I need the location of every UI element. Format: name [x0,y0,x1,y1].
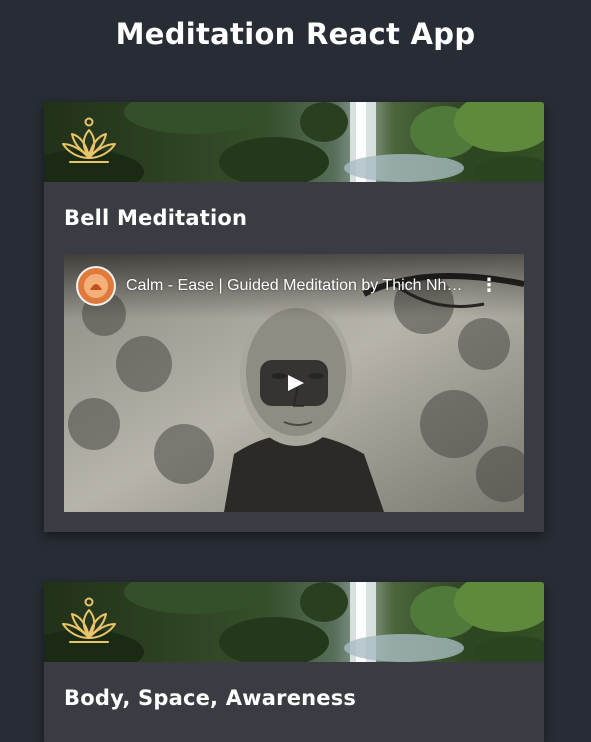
waterfall-scene-image [44,582,544,662]
kebab-menu-icon[interactable]: ⋮ [480,276,498,296]
meditation-card: Body, Space, Awareness [44,582,544,742]
lotus-icon [62,117,116,163]
lotus-icon [62,597,116,643]
app-title: Meditation React App [115,17,476,51]
video-player[interactable]: Calm - Ease | Guided Meditation by Thich… [64,254,524,512]
card-banner [44,102,544,182]
meditation-card: Bell Meditation Calm - Ease | Guided Med… [44,102,544,532]
card-title: Bell Meditation [64,206,248,230]
channel-avatar-icon[interactable] [76,266,116,306]
video-title-link[interactable]: Calm - Ease | Guided Meditation by Thich… [126,276,466,296]
play-icon [288,375,304,391]
play-button[interactable] [260,360,328,406]
card-banner [44,582,544,662]
waterfall-scene-image [44,102,544,182]
card-title: Body, Space, Awareness [64,686,357,710]
